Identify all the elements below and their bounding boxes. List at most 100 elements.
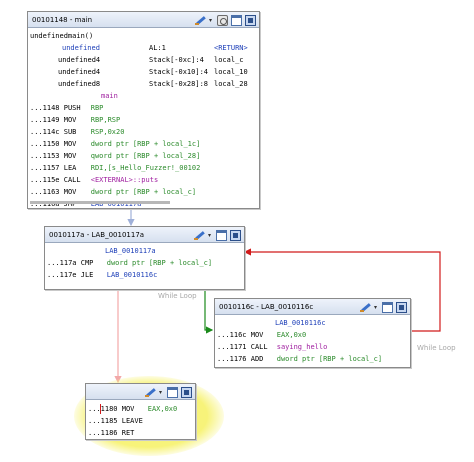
instruction-row[interactable]: ...117a CMP dword ptr [RBP + local_c] (47, 258, 212, 268)
instruction-row[interactable]: ...114c SUB RSP,0x20 (30, 127, 124, 137)
horizontal-scrollbar[interactable] (30, 201, 170, 204)
param-type-text: undefined4 (58, 68, 101, 76)
instr-operand: RBP (90, 104, 104, 112)
edge-label-while-loop-2: While Loop (417, 344, 456, 352)
instruction-row[interactable]: ...1180 MOV EAX,0x0 (88, 404, 177, 414)
instr-address: ...1148 (30, 104, 60, 112)
instr-mnemonic: MOV (63, 152, 77, 160)
instruction-row[interactable]: ...1149 MOV RBP,RSP (30, 115, 120, 125)
text-cursor (100, 404, 101, 414)
block-main-title: 00101148 - main (32, 16, 93, 24)
param-storage-text: AL:1 (149, 44, 166, 52)
window-icon[interactable] (231, 14, 242, 26)
instr-mnemonic: MOV (63, 188, 77, 196)
param-type[interactable]: undefined (62, 43, 100, 53)
instr-mnemonic: MOV (63, 140, 77, 148)
window-icon[interactable] (382, 301, 393, 313)
instruction-row[interactable]: ...1148 PUSH RBP (30, 103, 103, 113)
param-name-text: local_28 (214, 80, 248, 88)
instr-mnemonic: CALL (63, 176, 81, 184)
block-label-text: LAB_0010116c (275, 319, 326, 327)
edge-117a-to-116c (204, 288, 214, 334)
instr-address: ...1185 (88, 417, 118, 425)
instruction-row[interactable]: ...117e JLE LAB_0010116c (47, 270, 157, 280)
param-type-text: undefined (62, 44, 100, 52)
param-storage[interactable]: AL:1 (149, 43, 166, 53)
instr-mnemonic: CALL (250, 343, 268, 351)
param-name[interactable]: local_c (214, 55, 244, 65)
block-label[interactable]: LAB_0010116c (275, 318, 326, 328)
param-name-text: <RETURN> (214, 44, 248, 52)
instr-address: ...114c (30, 128, 60, 136)
block-116c-titlebar[interactable]: 0010116c - LAB_0010116c ▾ (215, 299, 410, 315)
instr-operand: qword ptr [RBP + local_28] (90, 152, 201, 160)
block-main-titlebar[interactable]: 00101148 - main ▾ (28, 12, 259, 28)
param-storage[interactable]: Stack[-0xc]:4 (149, 55, 204, 65)
instruction-row[interactable]: ...1150 MOV dword ptr [RBP + local_1c] (30, 139, 200, 149)
instruction-row[interactable]: ...1176 ADD dword ptr [RBP + local_c] (217, 354, 382, 364)
edge-label-while-loop-1: While Loop (158, 292, 197, 300)
instr-operand: dword ptr [RBP + local_c] (106, 259, 213, 267)
instruction-row[interactable]: ...1185 LEAVE (88, 416, 148, 426)
maximize-icon[interactable] (396, 301, 407, 313)
instruction-row[interactable]: ...1163 MOV dword ptr [RBP + local_c] (30, 187, 196, 197)
block-117a[interactable]: 0010117a - LAB_0010117a ▾ LAB_0010117a..… (44, 226, 245, 290)
edit-pencil-icon[interactable] (360, 302, 371, 313)
function-label[interactable]: main (101, 91, 118, 101)
block-1180-titlebar[interactable]: ▾ (86, 384, 195, 400)
instruction-row[interactable]: ...1153 MOV qword ptr [RBP + local_28] (30, 151, 200, 161)
edit-pencil-icon[interactable] (195, 15, 206, 26)
instr-address: ...1153 (30, 152, 60, 160)
block-117a-title: 0010117a - LAB_0010117a (49, 231, 145, 239)
param-name[interactable]: local_10 (214, 67, 248, 77)
instr-operand: RSP,0x20 (90, 128, 125, 136)
instruction-row[interactable]: ...1171 CALL saying_hello (217, 342, 327, 352)
block-label[interactable]: LAB_0010117a (105, 246, 156, 256)
param-name[interactable]: <RETURN> (214, 43, 248, 53)
instr-address: ...1150 (30, 140, 60, 148)
dropdown-arrow-icon[interactable]: ▾ (374, 302, 379, 313)
block-1180[interactable]: ▾ ...1180 MOV EAX,0x0 ...1185 LEAVE ...1186… (85, 383, 196, 440)
instruction-row[interactable]: ...116c MOV EAX,0x0 (217, 330, 306, 340)
param-name[interactable]: local_28 (214, 79, 248, 89)
maximize-icon[interactable] (245, 14, 256, 26)
instr-mnemonic: CMP (80, 259, 94, 267)
param-type[interactable]: undefined4 (58, 55, 100, 65)
function-signature[interactable]: undefinedmain() (30, 31, 93, 41)
block-116c-title: 0010116c - LAB_0010116c (219, 303, 314, 311)
instruction-row[interactable]: ...1186 RET (88, 428, 148, 438)
edit-pencil-icon[interactable] (145, 387, 156, 398)
instruction-row[interactable]: ...1157 LEA RDI,[s_Hello_Fuzzer!_00102 (30, 163, 200, 173)
param-type-text: undefined8 (58, 80, 101, 88)
param-type[interactable]: undefined4 (58, 67, 100, 77)
param-storage[interactable]: Stack[-0x10]:4 (149, 67, 208, 77)
instr-mnemonic: RET (121, 429, 135, 437)
snapshot-icon[interactable] (217, 14, 228, 26)
block-116c[interactable]: 0010116c - LAB_0010116c ▾ LAB_0010116c..… (214, 298, 411, 368)
instr-address: ...1163 (30, 188, 60, 196)
block-main[interactable]: 00101148 - main ▾ undefinedmain() undefin… (27, 11, 260, 209)
instr-mnemonic: MOV (63, 116, 77, 124)
param-type-text: undefined4 (58, 56, 101, 64)
block-117a-titlebar[interactable]: 0010117a - LAB_0010117a ▾ (45, 227, 244, 243)
instr-mnemonic: JLE (80, 271, 94, 279)
param-type[interactable]: undefined8 (58, 79, 100, 89)
window-icon[interactable] (167, 386, 178, 398)
param-name-text: local_10 (214, 68, 248, 76)
instr-mnemonic: MOV (250, 331, 264, 339)
instruction-row[interactable]: ...115e CALL <EXTERNAL>::puts (30, 175, 158, 185)
instr-mnemonic: MOV (121, 405, 135, 413)
dropdown-arrow-icon[interactable]: ▾ (208, 230, 213, 241)
maximize-icon[interactable] (230, 229, 241, 241)
block-main-code: undefinedmain() undefined AL:1 <RETURN> unde… (28, 28, 259, 206)
instr-operand: EAX,0x0 (276, 331, 307, 339)
dropdown-arrow-icon[interactable]: ▾ (209, 15, 214, 26)
window-icon[interactable] (216, 229, 227, 241)
param-storage[interactable]: Stack[-0x28]:8 (149, 79, 208, 89)
dropdown-arrow-icon[interactable]: ▾ (159, 387, 164, 398)
instr-operand: saying_hello (276, 343, 328, 351)
maximize-icon[interactable] (181, 386, 192, 398)
instr-mnemonic: ADD (250, 355, 264, 363)
block-label-text: LAB_0010117a (105, 247, 156, 255)
edit-pencil-icon[interactable] (194, 230, 205, 241)
